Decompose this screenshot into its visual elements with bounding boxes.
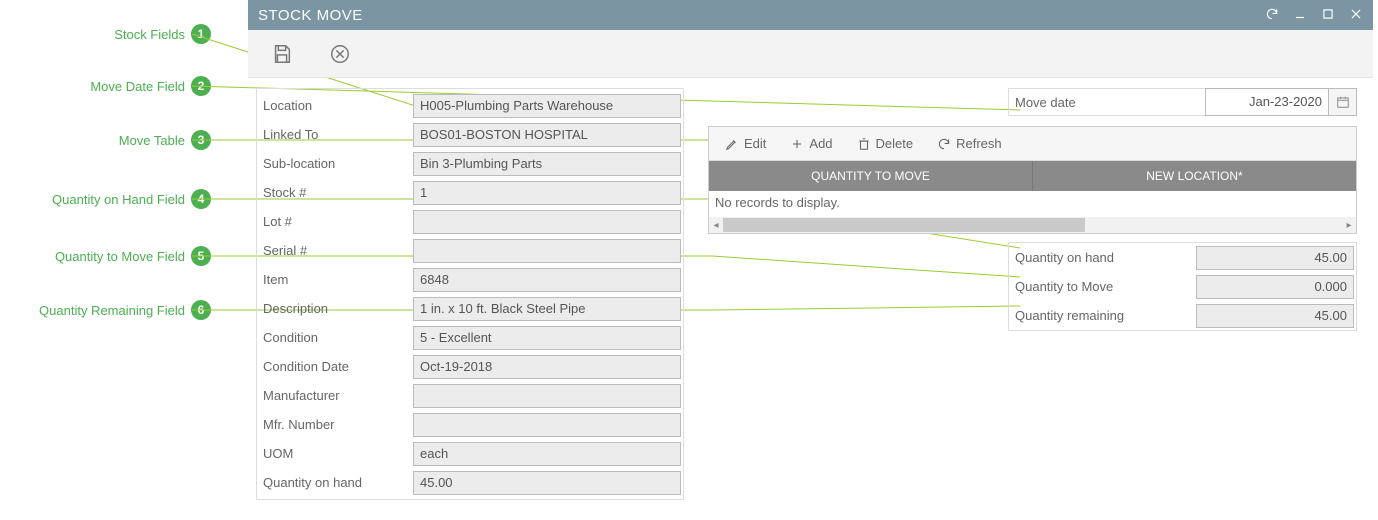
- serial-field[interactable]: [413, 239, 681, 263]
- grid-edit-button[interactable]: Edit: [725, 136, 766, 151]
- serial-label: Serial #: [259, 243, 413, 258]
- titlebar: STOCK MOVE: [248, 0, 1373, 30]
- sublocation-label: Sub-location: [259, 156, 413, 171]
- calendar-icon[interactable]: [1329, 88, 1357, 116]
- item-field[interactable]: 6848: [413, 268, 681, 292]
- stockno-field[interactable]: 1: [413, 181, 681, 205]
- condition-field[interactable]: 5 - Excellent: [413, 326, 681, 350]
- annot-badge-1: 1: [191, 24, 211, 44]
- sublocation-field[interactable]: Bin 3-Plumbing Parts: [413, 152, 681, 176]
- movedate-row: Move date Jan-23-2020: [1008, 88, 1357, 116]
- annot-badge-3: 3: [191, 130, 211, 150]
- annot-label-5: Quantity to Move Field: [55, 249, 185, 264]
- qty-tomove-field[interactable]: 0.000: [1196, 275, 1354, 299]
- conditiondate-field[interactable]: Oct-19-2018: [413, 355, 681, 379]
- maximize-icon[interactable]: [1321, 7, 1335, 24]
- uom-label: UOM: [259, 446, 413, 461]
- stock-move-window: STOCK MOVE LocationH005-Plumbing Parts W…: [248, 0, 1373, 516]
- conditiondate-label: Condition Date: [259, 359, 413, 374]
- description-field[interactable]: 1 in. x 10 ft. Black Steel Pipe: [413, 297, 681, 321]
- minimize-icon[interactable]: [1293, 7, 1307, 24]
- lot-field[interactable]: [413, 210, 681, 234]
- condition-label: Condition: [259, 330, 413, 345]
- uom-field[interactable]: each: [413, 442, 681, 466]
- annot-label-3: Move Table: [119, 133, 185, 148]
- linkedto-field[interactable]: BOS01-BOSTON HOSPITAL: [413, 123, 681, 147]
- col-new-location[interactable]: NEW LOCATION*: [1033, 161, 1356, 191]
- linkedto-label: Linked To: [259, 127, 413, 142]
- qty-remain-label: Quantity remaining: [1009, 308, 1196, 323]
- move-table: Edit Add Delete Refresh QUANTITY TO MOVE…: [708, 126, 1357, 234]
- save-button[interactable]: [266, 38, 298, 70]
- qty-onhand-field[interactable]: 45.00: [1196, 246, 1354, 270]
- manufacturer-label: Manufacturer: [259, 388, 413, 403]
- toolbar: [248, 30, 1373, 78]
- movedate-label: Move date: [1008, 88, 1205, 116]
- lot-label: Lot #: [259, 214, 413, 229]
- mfrnumber-label: Mfr. Number: [259, 417, 413, 432]
- annot-label-4: Quantity on Hand Field: [52, 192, 185, 207]
- col-qty-to-move[interactable]: QUANTITY TO MOVE: [709, 161, 1033, 191]
- stockno-label: Stock #: [259, 185, 413, 200]
- annot-badge-2: 2: [191, 76, 211, 96]
- movedate-field[interactable]: Jan-23-2020: [1205, 88, 1329, 116]
- annot-badge-4: 4: [191, 189, 211, 209]
- item-label: Item: [259, 272, 413, 287]
- qty-summary-panel: Quantity on hand45.00 Quantity to Move0.…: [1008, 242, 1357, 331]
- qoh-label: Quantity on hand: [259, 475, 413, 490]
- annot-badge-5: 5: [191, 246, 211, 266]
- grid-add-button[interactable]: Add: [790, 136, 832, 151]
- qoh-field[interactable]: 45.00: [413, 471, 681, 495]
- annot-label-6: Quantity Remaining Field: [39, 303, 185, 318]
- stock-fields-panel: LocationH005-Plumbing Parts Warehouse Li…: [256, 88, 684, 500]
- grid-delete-button[interactable]: Delete: [857, 136, 914, 151]
- qty-tomove-label: Quantity to Move: [1009, 279, 1196, 294]
- grid-empty-text: No records to display.: [709, 191, 1356, 217]
- mfrnumber-field[interactable]: [413, 413, 681, 437]
- annot-badge-6: 6: [191, 300, 211, 320]
- description-label: Description: [259, 301, 413, 316]
- location-label: Location: [259, 98, 413, 113]
- refresh-icon[interactable]: [1265, 7, 1279, 24]
- annot-label-2: Move Date Field: [90, 79, 185, 94]
- grid-horizontal-scrollbar[interactable]: ◂▸: [709, 217, 1356, 233]
- location-field[interactable]: H005-Plumbing Parts Warehouse: [413, 94, 681, 118]
- manufacturer-field[interactable]: [413, 384, 681, 408]
- annot-label-1: Stock Fields: [114, 27, 185, 42]
- qty-onhand-label: Quantity on hand: [1009, 250, 1196, 265]
- grid-refresh-button[interactable]: Refresh: [937, 136, 1002, 151]
- qty-remain-field[interactable]: 45.00: [1196, 304, 1354, 328]
- close-icon[interactable]: [1349, 7, 1363, 24]
- window-title: STOCK MOVE: [258, 7, 1265, 24]
- cancel-button[interactable]: [324, 38, 356, 70]
